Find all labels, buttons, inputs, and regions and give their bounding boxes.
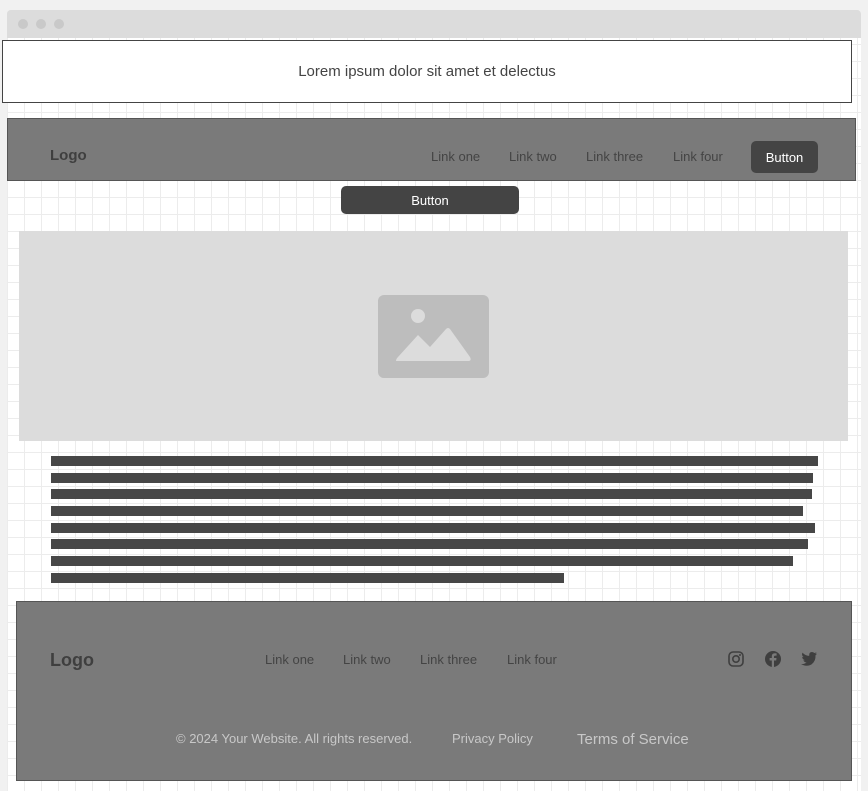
text-line	[51, 473, 813, 483]
nav-link-three[interactable]: Link three	[586, 149, 643, 164]
footer-link-three[interactable]: Link three	[420, 652, 477, 667]
text-line	[51, 573, 564, 583]
text-line	[51, 556, 793, 566]
text-line	[51, 456, 818, 466]
footer-logo[interactable]: Logo	[50, 650, 94, 671]
terms-of-service-link[interactable]: Terms of Service	[577, 731, 689, 748]
hero-image-placeholder	[19, 231, 848, 441]
text-line	[51, 506, 803, 516]
copyright-text: © 2024 Your Website. All rights reserved…	[176, 731, 413, 746]
window-control-dot[interactable]	[18, 19, 28, 29]
text-line	[51, 523, 815, 533]
nav-link-four[interactable]: Link four	[673, 149, 723, 164]
hero-button[interactable]: Button	[341, 186, 519, 214]
footer-link-two[interactable]: Link two	[343, 652, 391, 667]
window-titlebar	[7, 10, 861, 38]
nav-logo[interactable]: Logo	[50, 147, 87, 164]
window-control-dot[interactable]	[36, 19, 46, 29]
instagram-icon[interactable]	[727, 650, 745, 668]
footer-link-one[interactable]: Link one	[265, 652, 314, 667]
twitter-icon[interactable]	[800, 650, 818, 668]
footer-link-four[interactable]: Link four	[507, 652, 557, 667]
announcement-banner: Lorem ipsum dolor sit amet et delectus	[2, 40, 852, 103]
navbar: Logo Link one Link two Link three Link f…	[7, 118, 856, 181]
nav-link-one[interactable]: Link one	[431, 149, 480, 164]
text-line	[51, 539, 808, 549]
banner-text: Lorem ipsum dolor sit amet et delectus	[298, 63, 556, 80]
nav-cta-button[interactable]: Button	[751, 141, 818, 173]
footer: Logo Link one Link two Link three Link f…	[16, 601, 852, 781]
privacy-policy-link[interactable]: Privacy Policy	[452, 731, 533, 746]
nav-link-two[interactable]: Link two	[509, 149, 557, 164]
window-control-dot[interactable]	[54, 19, 64, 29]
image-placeholder-icon	[378, 295, 489, 378]
facebook-icon[interactable]	[764, 650, 782, 668]
text-line	[51, 489, 812, 499]
